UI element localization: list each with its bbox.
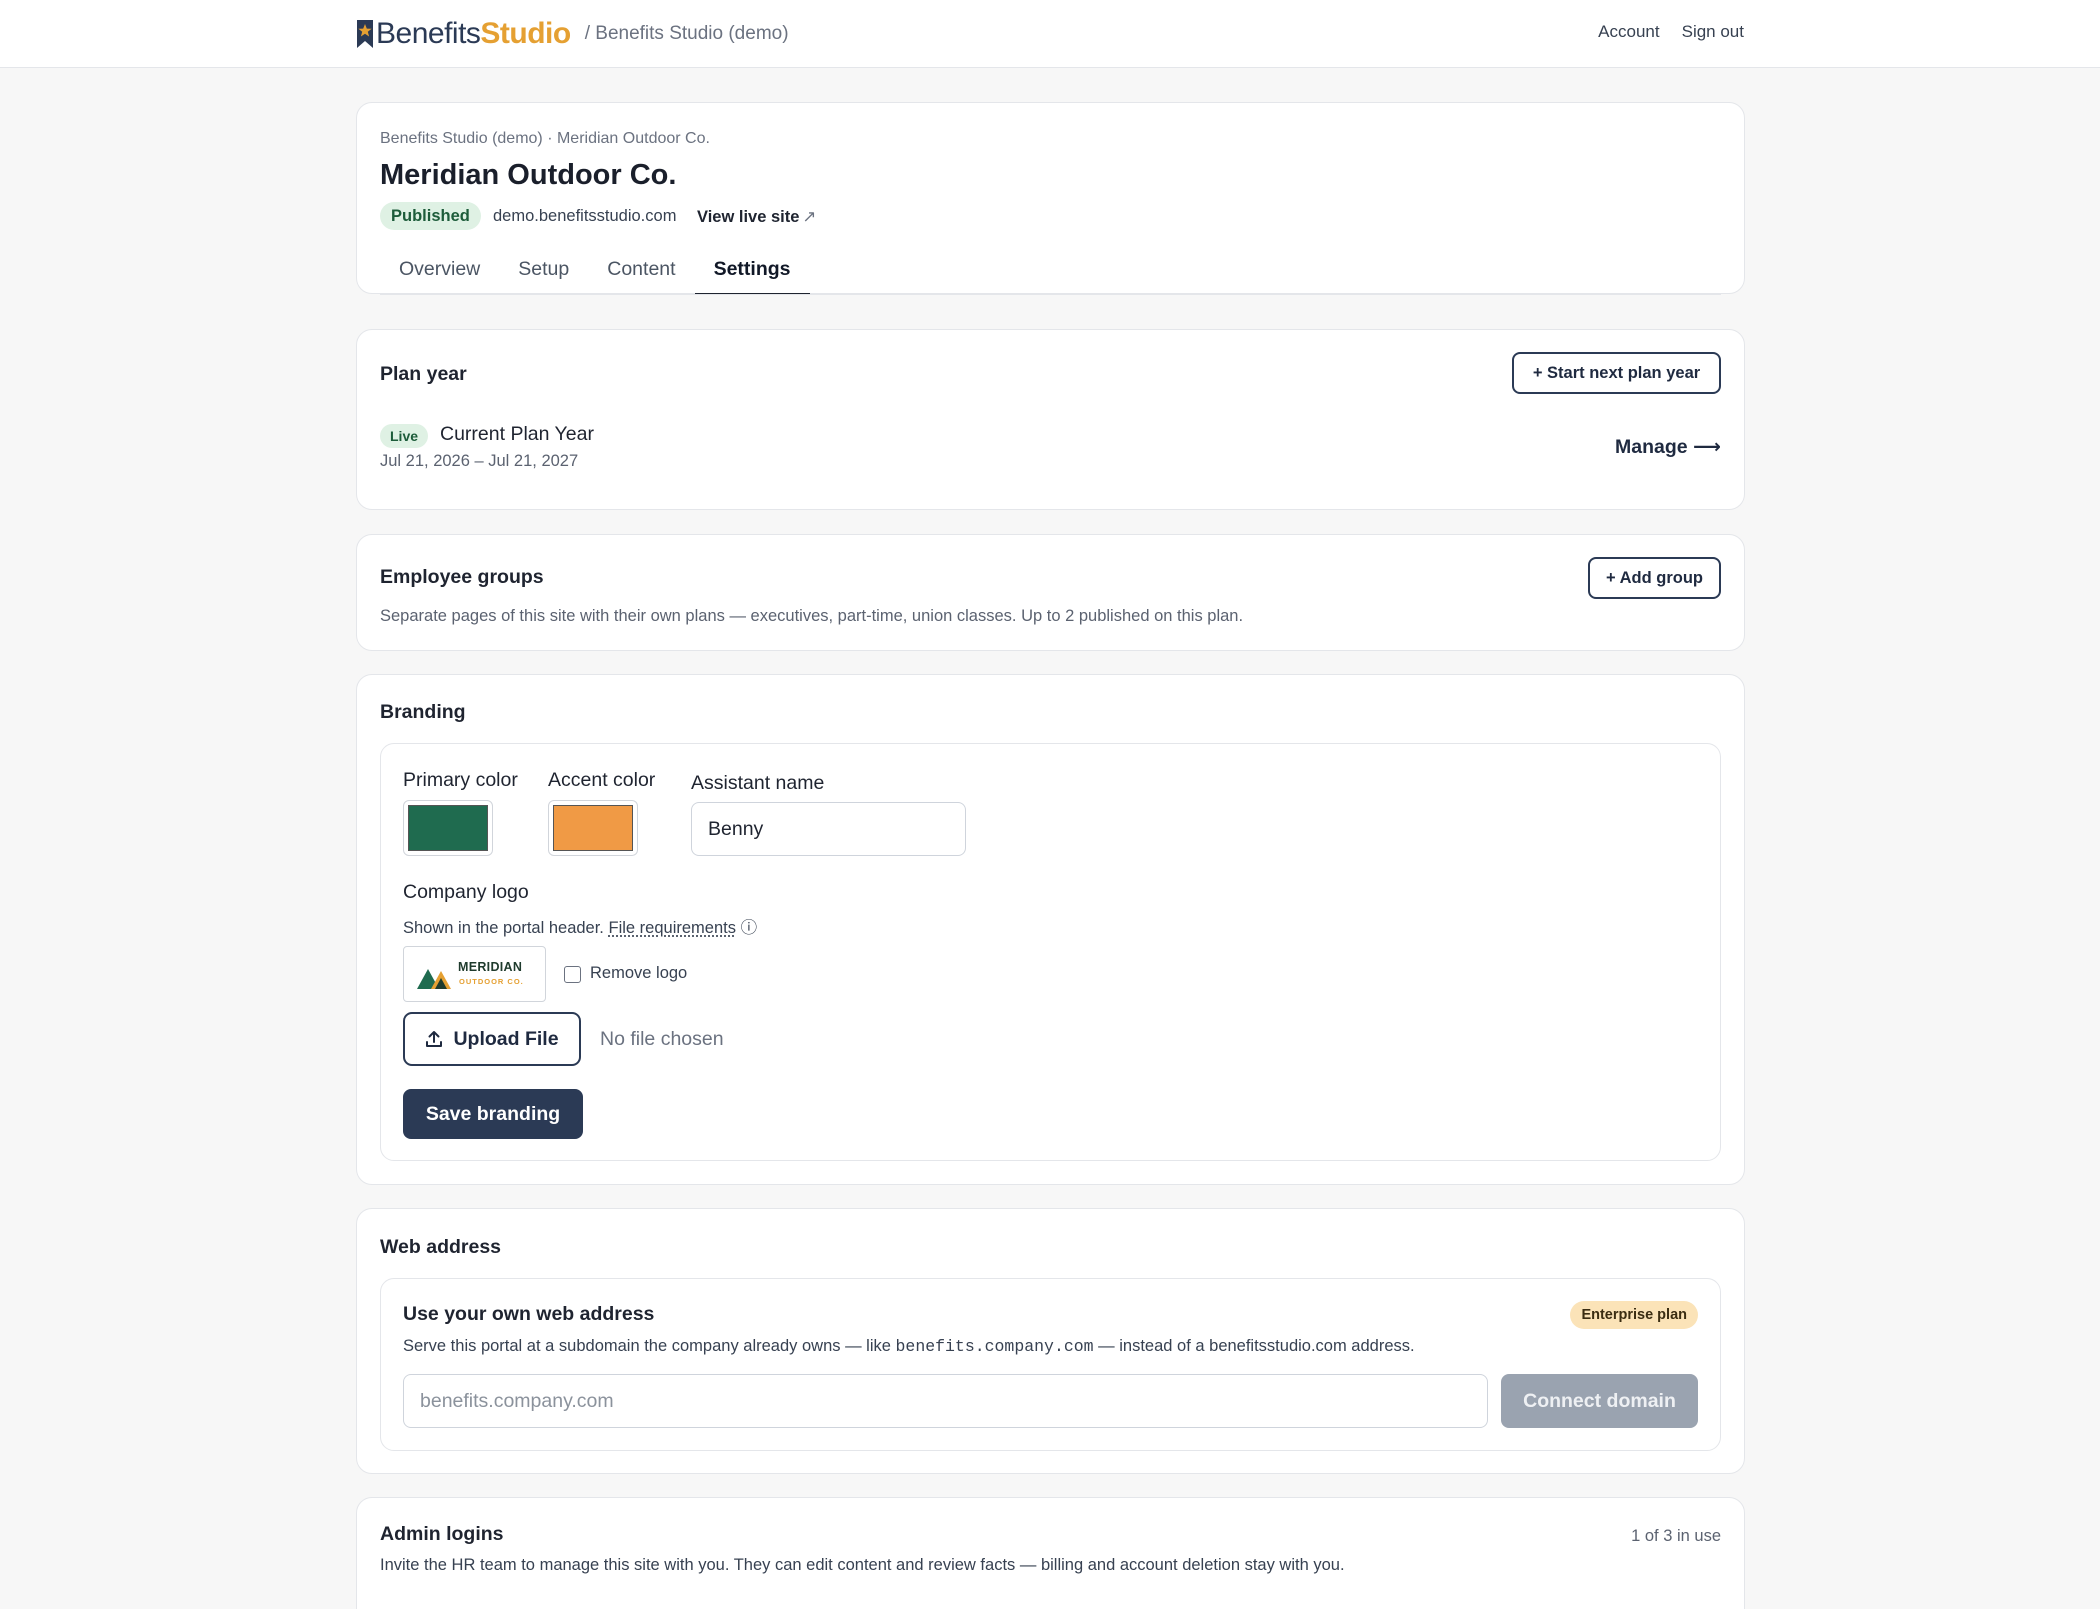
assistant-name-input[interactable] (691, 802, 966, 856)
employee-groups-description: Separate pages of this site with their o… (380, 607, 1244, 625)
logo-help-text: Shown in the portal header. File require… (403, 914, 757, 938)
top-nav: Account Sign out (1598, 22, 1744, 42)
employee-groups-card: Employee groups + Add group Separate pag… (356, 534, 1745, 651)
branding-card: Branding Primary color Accent color Assi… (356, 674, 1745, 1185)
logo-wordmark: MERIDIAN (458, 960, 523, 974)
accent-color-label: Accent color (548, 769, 656, 791)
plan-year-title: Plan year (380, 363, 467, 385)
logo-help-label: Shown in the portal header. (403, 919, 604, 937)
remove-logo-checkbox[interactable] (564, 966, 581, 983)
site-domain: demo.benefitsstudio.com (493, 207, 677, 225)
plan-year-name: Current Plan Year (440, 423, 594, 445)
desc-example-domain: benefits.company.com (895, 1337, 1094, 1356)
assistant-name-label: Assistant name (691, 772, 825, 794)
view-live-site-link[interactable]: View live site ↗ (697, 207, 816, 227)
brand[interactable]: Benefits Studio / Benefits Studio (demo) (356, 14, 789, 54)
admin-logins-title: Admin logins (380, 1523, 504, 1545)
custom-domain-heading: Use your own web address (403, 1303, 655, 1325)
tabs-divider (380, 294, 1721, 295)
brand-name-primary: Benefits (376, 17, 481, 50)
brand-name-accent: Studio (480, 17, 571, 50)
page-title: Meridian Outdoor Co. (380, 159, 677, 191)
branding-form: Primary color Accent color Assistant nam… (380, 743, 1721, 1161)
admin-seat-count: 1 of 3 in use (1631, 1527, 1721, 1545)
info-icon[interactable]: ⓘ (741, 919, 758, 937)
primary-color-picker[interactable] (403, 800, 493, 856)
remove-logo-label[interactable]: Remove logo (590, 964, 687, 983)
primary-color-swatch (408, 805, 488, 851)
start-next-plan-year-button[interactable]: + Start next plan year (1512, 352, 1721, 394)
tab-overview[interactable]: Overview (380, 250, 499, 295)
save-branding-button[interactable]: Save branding (403, 1089, 583, 1139)
web-address-title: Web address (380, 1236, 502, 1258)
connect-domain-button[interactable]: Connect domain (1501, 1374, 1698, 1428)
plan-year-dates: Jul 21, 2026 – Jul 21, 2027 (380, 452, 579, 470)
enterprise-plan-badge: Enterprise plan (1570, 1301, 1698, 1329)
branding-title: Branding (380, 701, 466, 723)
desc-after: — instead of a benefitsstudio.com addres… (1098, 1337, 1415, 1355)
company-logo-preview: MERIDIAN OUTDOOR CO. (403, 946, 546, 1002)
tab-settings[interactable]: Settings (694, 250, 810, 295)
bookmark-star-icon (357, 20, 373, 48)
plan-year-card: Plan year + Start next plan year Live Cu… (356, 329, 1745, 510)
view-live-label: View live site (697, 208, 800, 226)
top-breadcrumb[interactable]: / Benefits Studio (demo) (585, 23, 789, 45)
accent-color-picker[interactable] (548, 800, 638, 856)
top-bar: Benefits Studio / Benefits Studio (demo) … (0, 0, 2100, 68)
web-address-card: Web address Use your own web address Ent… (356, 1208, 1745, 1474)
tab-setup[interactable]: Setup (499, 250, 588, 295)
desc-before: Serve this portal at a subdomain the com… (403, 1337, 891, 1355)
upload-file-label: Upload File (453, 1027, 559, 1050)
live-badge: Live (380, 424, 429, 448)
primary-color-label: Primary color (403, 769, 518, 791)
accent-color-swatch (553, 805, 633, 851)
sign-out-link[interactable]: Sign out (1682, 22, 1744, 42)
file-requirements-link[interactable]: File requirements (609, 919, 736, 937)
logo-tagline: OUTDOOR CO. (459, 977, 524, 986)
custom-domain-panel: Use your own web address Enterprise plan… (380, 1278, 1721, 1451)
mountain-logo-icon (417, 969, 451, 989)
add-group-button[interactable]: + Add group (1588, 557, 1721, 599)
employee-groups-title: Employee groups (380, 566, 544, 588)
breadcrumb: Benefits Studio (demo) · Meridian Outdoo… (380, 130, 710, 147)
status-badge: Published (380, 202, 481, 230)
no-file-chosen-text: No file chosen (600, 1028, 724, 1050)
admin-logins-description: Invite the HR team to manage this site w… (380, 1556, 1345, 1574)
external-link-icon: ↗ (802, 208, 817, 226)
company-logo-label: Company logo (403, 881, 529, 903)
tab-bar: Overview Setup Content Settings (380, 250, 810, 295)
site-header-card: Benefits Studio (demo) · Meridian Outdoo… (356, 102, 1745, 295)
upload-icon (426, 1031, 443, 1047)
admin-logins-card: Admin logins 1 of 3 in use Invite the HR… (356, 1497, 1745, 1609)
upload-file-button[interactable]: Upload File (403, 1012, 581, 1066)
tab-content[interactable]: Content (588, 250, 694, 295)
custom-domain-input[interactable] (403, 1374, 1488, 1428)
account-link[interactable]: Account (1598, 22, 1659, 42)
custom-domain-description: Serve this portal at a subdomain the com… (403, 1337, 1415, 1356)
manage-plan-year-link[interactable]: Manage ⟶ (1615, 435, 1721, 459)
